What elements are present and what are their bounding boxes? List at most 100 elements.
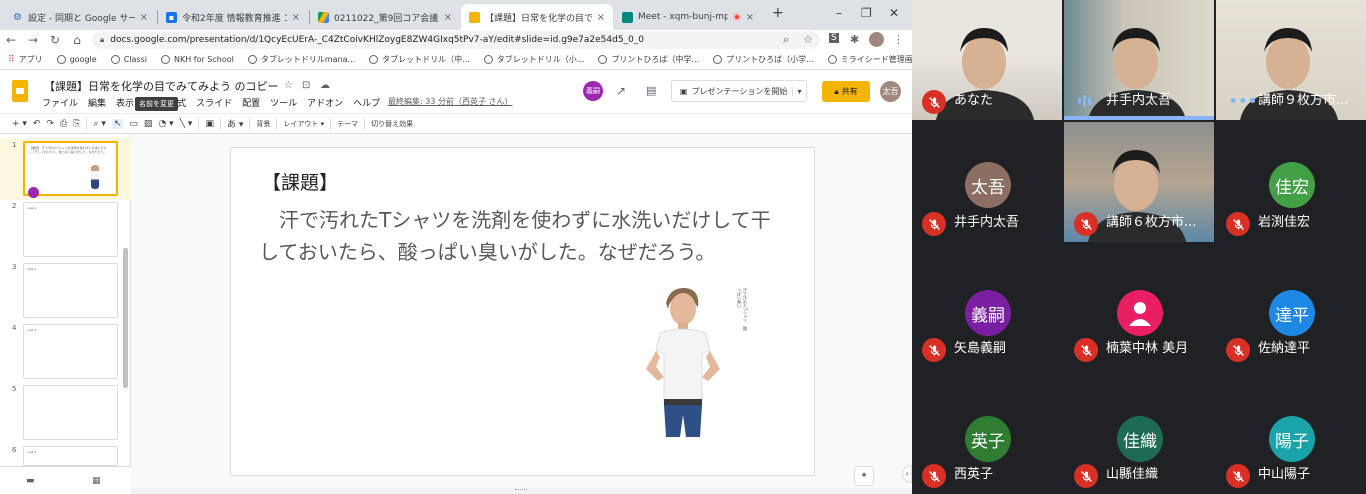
redo-icon[interactable]: ↷ bbox=[46, 119, 54, 129]
bookmark-nkh[interactable]: NKH for School bbox=[160, 55, 234, 64]
comments-icon[interactable]: ▤ bbox=[646, 84, 656, 97]
star-icon[interactable]: ☆ bbox=[284, 80, 293, 91]
participant-tile[interactable]: 佳宏 岩渕佳宏 bbox=[1216, 122, 1366, 242]
new-slide-icon[interactable]: + ▾ bbox=[12, 119, 27, 129]
close-icon[interactable]: × bbox=[746, 12, 754, 23]
close-icon[interactable]: × bbox=[292, 12, 300, 23]
participant-tile[interactable]: 井手内太吾 bbox=[1064, 0, 1214, 120]
menu-addons[interactable]: アドオン bbox=[307, 96, 343, 109]
menu-file[interactable]: ファイル bbox=[42, 96, 78, 109]
menu-help[interactable]: ヘルプ bbox=[353, 96, 380, 109]
menu-icon[interactable]: ⋮ bbox=[893, 33, 904, 46]
bookmark-tablet-middle[interactable]: タブレットドリル（中... bbox=[369, 54, 470, 65]
shape-icon[interactable]: ◔ ▾ bbox=[158, 119, 173, 129]
participant-tile[interactable]: ••• 講師９枚方市... bbox=[1216, 0, 1366, 120]
bookmark-apps[interactable]: ⠿ アプリ bbox=[8, 54, 43, 65]
menu-arrange[interactable]: 配置 bbox=[242, 96, 260, 109]
menu-slide[interactable]: スライド bbox=[196, 96, 232, 109]
new-tab-button[interactable]: + bbox=[772, 5, 784, 21]
slide-thumbnail[interactable]: Lea 3 bbox=[23, 324, 118, 379]
line-icon[interactable]: ╲ ▾ bbox=[180, 119, 193, 129]
back-icon[interactable]: ← bbox=[0, 33, 22, 47]
participant-tile[interactable]: 達平 佐納達平 bbox=[1216, 248, 1366, 368]
theme-button[interactable]: テーマ bbox=[337, 119, 358, 129]
move-folder-icon[interactable]: ⊡ bbox=[302, 80, 310, 91]
zoom-icon[interactable]: ⌕ ▾ bbox=[93, 119, 105, 129]
mic-muted-icon bbox=[922, 338, 946, 362]
menu-view[interactable]: 表示 bbox=[116, 96, 134, 109]
collaborator-avatar[interactable]: 義嗣 bbox=[583, 81, 603, 101]
filmstrip-view-icon[interactable]: ▬ bbox=[26, 476, 35, 486]
print-icon[interactable]: ⎙ bbox=[60, 119, 67, 129]
extension-s-icon[interactable]: S bbox=[829, 33, 839, 43]
participant-tile[interactable]: 講師６枚方市... bbox=[1064, 122, 1214, 242]
textbox-icon[interactable]: ▭ bbox=[129, 119, 138, 129]
bookmark-print-middle[interactable]: プリントひろば（中学... bbox=[598, 54, 699, 65]
present-button[interactable]: ▣ プレゼンテーションを開始 ▾ bbox=[671, 80, 807, 102]
tab-slides[interactable]: 【課題】日常を化学の目でみてみよう × bbox=[461, 4, 613, 30]
participant-tile[interactable]: 英子 西英子 bbox=[912, 374, 1062, 494]
avatar-figure-image[interactable] bbox=[630, 285, 730, 440]
bookmark-classi[interactable]: Classi bbox=[110, 55, 147, 64]
slide-title[interactable]: 【課題】 bbox=[262, 168, 338, 195]
filmstrip-scrollbar[interactable] bbox=[123, 248, 128, 388]
explore-icon[interactable]: ✦ bbox=[854, 466, 874, 486]
url-text: docs.google.com/presentation/d/1QcyEcUEr… bbox=[110, 35, 645, 45]
slide-thumbnail[interactable]: 【課題】 汗で汚れたTシャツを洗剤を使わずに水洗いだけして干しておいたら、酸っぱ… bbox=[23, 141, 118, 198]
menu-tools[interactable]: ツール bbox=[270, 96, 297, 109]
comment-add-icon[interactable]: ▣ bbox=[205, 119, 214, 129]
bookmark-print-elem[interactable]: プリントひろば（小学... bbox=[713, 54, 814, 65]
home-icon[interactable]: ⌂ bbox=[66, 33, 88, 47]
puzzle-icon[interactable]: ✱ bbox=[850, 33, 859, 46]
grid-view-icon[interactable]: ▦ bbox=[92, 476, 101, 486]
activity-icon[interactable]: ↗ bbox=[616, 84, 626, 98]
participant-tile[interactable]: 陽子 中山陽子 bbox=[1216, 374, 1366, 494]
last-edit-link[interactable]: 最終編集: 33 分前（西英子 さん） bbox=[388, 96, 513, 107]
tab-contacts[interactable]: ▪ 令和2年度 情報教育推進 コア会 × bbox=[158, 4, 308, 30]
close-window-button[interactable]: ✕ bbox=[889, 6, 899, 20]
bookmark-tablet-elem[interactable]: タブレットドリル（小... bbox=[483, 54, 584, 65]
image-icon[interactable]: ▨ bbox=[144, 119, 153, 129]
participant-tile[interactable]: 太吾 井手内太吾 bbox=[912, 122, 1062, 242]
forward-icon[interactable]: → bbox=[22, 33, 44, 47]
minimize-button[interactable]: – bbox=[836, 6, 842, 20]
layout-button[interactable]: レイアウト ▾ bbox=[283, 119, 324, 129]
slide-body-text[interactable]: 汗で汚れたTシャツを洗剤を使わずに水洗いだけして干しておいたら、酸っぱい臭いがし… bbox=[259, 204, 789, 268]
profile-icon[interactable] bbox=[869, 32, 884, 47]
undo-icon[interactable]: ↶ bbox=[33, 119, 41, 129]
menu-edit[interactable]: 編集 bbox=[88, 96, 106, 109]
share-button[interactable]: 🔒︎ 共有 bbox=[822, 81, 870, 102]
slides-logo-icon[interactable] bbox=[12, 80, 28, 102]
chevron-down-icon[interactable]: ▾ bbox=[792, 86, 806, 96]
transition-button[interactable]: 切り替え効果 bbox=[371, 119, 413, 129]
tab-drive[interactable]: 0211022_第9回コア会議資料 - G × bbox=[310, 4, 460, 30]
tab-settings[interactable]: ⚙ 設定 - 同期と Google サービス × bbox=[4, 4, 156, 30]
restore-button[interactable]: ❐ bbox=[861, 6, 872, 20]
slide-thumbnail[interactable]: Lea 4 bbox=[23, 446, 118, 466]
participant-tile[interactable]: あなた bbox=[912, 0, 1062, 120]
close-icon[interactable]: × bbox=[140, 12, 148, 23]
background-button[interactable]: 背景 bbox=[256, 119, 270, 129]
account-avatar[interactable]: 太吾 bbox=[880, 81, 901, 102]
search-icon[interactable]: ⌕ bbox=[783, 33, 789, 47]
canvas-scrollbar[interactable] bbox=[131, 488, 912, 494]
close-icon[interactable]: × bbox=[444, 12, 452, 23]
close-icon[interactable]: × bbox=[597, 12, 605, 23]
tab-meet[interactable]: Meet - xqm-bunj-mph × bbox=[614, 4, 762, 30]
paint-format-icon[interactable]: ⎘ bbox=[73, 119, 80, 129]
star-icon[interactable]: ☆ bbox=[803, 33, 813, 46]
reload-icon[interactable]: ↻ bbox=[44, 33, 66, 47]
bookmark-tablet-mana[interactable]: タブレットドリルmana... bbox=[247, 54, 355, 65]
participant-tile[interactable]: 義嗣 矢島義嗣 bbox=[912, 248, 1062, 368]
bookmark-google[interactable]: google bbox=[56, 55, 97, 64]
select-tool-icon[interactable]: ↖ bbox=[111, 118, 124, 129]
slide-thumbnail[interactable]: Lea 2 bbox=[23, 263, 118, 318]
slide-thumbnail[interactable]: Lea 1 bbox=[23, 202, 118, 257]
document-title[interactable]: 【課題】日常を化学の目でみてみよう のコピー bbox=[44, 78, 279, 94]
address-bar[interactable]: 🔒︎ docs.google.com/presentation/d/1QcyEc… bbox=[92, 31, 820, 49]
participant-tile[interactable]: 佳織 山縣佳織 bbox=[1064, 374, 1214, 494]
bookmark-miraiseed[interactable]: ミライシード管理画面 bbox=[827, 54, 912, 65]
participant-tile[interactable]: 楠葉中林 美月 bbox=[1064, 248, 1214, 368]
slide-thumbnail[interactable] bbox=[23, 385, 118, 440]
input-tools-icon[interactable]: あ ▾ bbox=[227, 117, 243, 130]
